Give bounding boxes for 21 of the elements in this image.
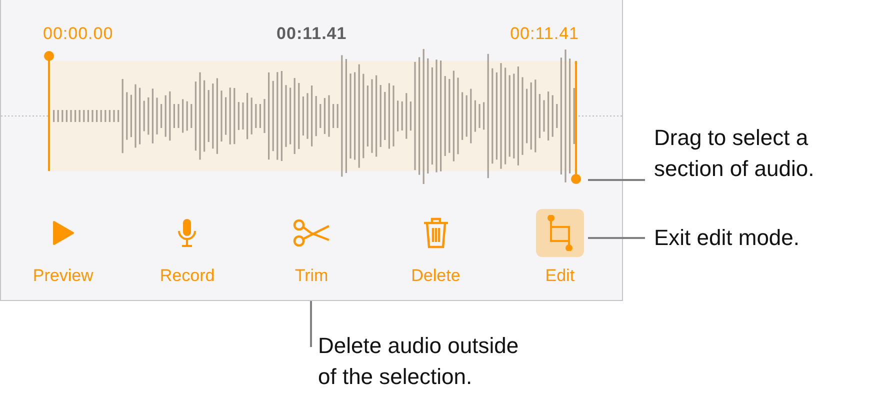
- leader-line: [310, 301, 312, 347]
- callout-text: Drag to select a section of audio.: [654, 124, 814, 183]
- play-button[interactable]: Preview: [1, 209, 126, 286]
- crop-icon: [546, 215, 573, 251]
- trash-button[interactable]: Delete: [374, 209, 498, 286]
- trash-icon: [422, 217, 450, 249]
- start-handle[interactable]: [44, 51, 54, 171]
- microphone-icon: [176, 218, 198, 248]
- scissors-icon: [292, 218, 330, 248]
- leader-line: [588, 237, 645, 239]
- start-time: 00:00.00: [43, 24, 114, 45]
- end-time: 00:11.41: [510, 24, 579, 45]
- play-icon: [51, 220, 76, 246]
- duration-time: 00:11.41: [276, 24, 347, 45]
- leader-line: [588, 179, 645, 181]
- edit-button[interactable]: Edit: [498, 209, 622, 286]
- scissors-button[interactable]: Trim: [249, 209, 374, 286]
- callout-text: Delete audio outside of the selection.: [318, 332, 519, 391]
- callout-text: Exit edit mode.: [654, 224, 800, 252]
- end-handle[interactable]: [571, 61, 581, 184]
- mic-button[interactable]: Record: [125, 209, 250, 286]
